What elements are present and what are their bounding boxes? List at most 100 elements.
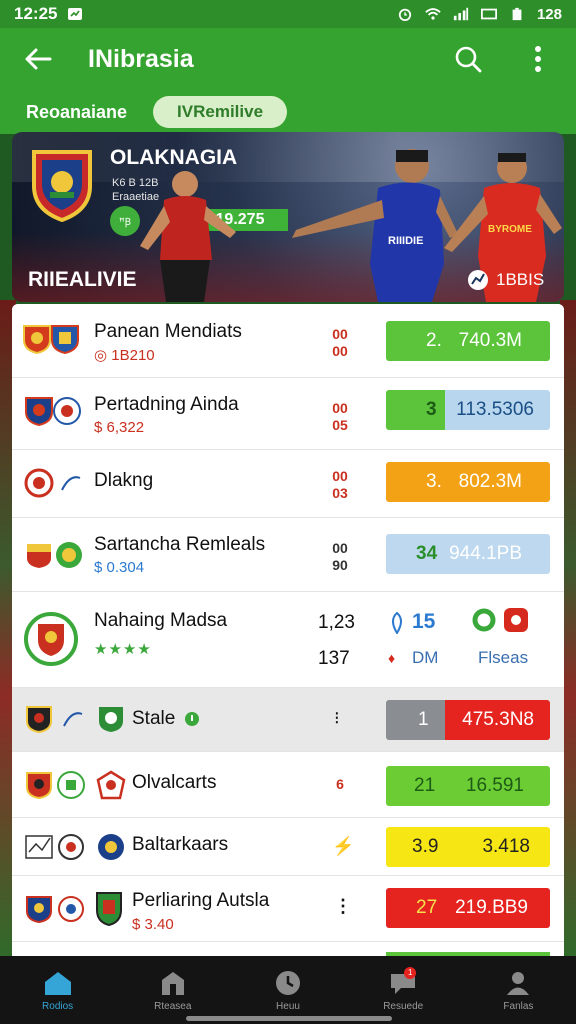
nav-item-fanlas[interactable]: Fanlas <box>461 956 576 1024</box>
match-row-7[interactable]: Olvalcarts 6 21 16.591 <box>12 752 564 818</box>
score-bottom: 05 <box>332 417 348 433</box>
odds-button[interactable]: 34 944.1PB <box>386 534 550 574</box>
nav-item-heuu[interactable]: Heuu <box>230 956 345 1024</box>
badge-green-icon <box>472 608 496 632</box>
nav-item-rodios[interactable]: Rodios <box>0 956 115 1024</box>
match-row-9[interactable]: Perliaring Autsla $ 3.40 ⋮ 27 219.BB9 <box>12 876 564 942</box>
more-vertical-icon[interactable]: ⋮ <box>334 896 352 917</box>
alarm-icon <box>398 8 412 21</box>
team-crest-icon <box>26 896 52 924</box>
battery-icon <box>512 7 522 21</box>
tab-ivremilive[interactable]: IVRemilive <box>153 96 288 128</box>
opponent-crest-icon <box>57 771 85 799</box>
odds-button[interactable]: 2. 740.3M <box>386 321 550 361</box>
nav-label: Fanlas <box>503 1000 534 1012</box>
match-score: 00 05 <box>328 400 352 434</box>
odds-button[interactable]: 1 475.3N8 <box>386 700 550 740</box>
viewer-count: 1BBIS <box>496 270 545 289</box>
arrow-left-icon <box>25 48 52 70</box>
more-vertical-icon <box>535 46 541 72</box>
odds-button[interactable]: 3.9 3.418 <box>386 827 550 867</box>
odds-button[interactable]: 3. 802.3M <box>386 462 550 502</box>
score-top: 00 <box>332 468 348 484</box>
match-row-8[interactable]: Baltarkaars ⚡ 3.9 3.418 <box>12 818 564 876</box>
match-sub-value: $ 6,322 <box>94 419 145 436</box>
back-button[interactable] <box>18 39 58 79</box>
match-row-6[interactable]: Stale ⁝ 1 475.3N8 <box>12 688 564 752</box>
search-icon <box>455 46 482 73</box>
home-indicator[interactable] <box>186 1016 392 1021</box>
nav-item-resuede[interactable]: 1 Resuede <box>346 956 461 1024</box>
odds-a: 3 <box>426 399 437 420</box>
odds-a: 3.9 <box>412 836 439 857</box>
nav-label: Heuu <box>276 1000 300 1012</box>
status-time: 12:25 <box>14 4 58 23</box>
odds-b: 219.BB9 <box>455 897 528 918</box>
opponent-crest-icon <box>51 325 79 354</box>
team-crest-icon <box>24 468 54 498</box>
score-top: 00 <box>332 326 348 342</box>
match-row-2[interactable]: Pertadning Ainda $ 6,322 00 05 3 113.5306 <box>12 378 564 450</box>
page-title: INibrasia <box>88 44 194 73</box>
score-bottom: 90 <box>332 557 348 573</box>
team-crest-icon <box>25 397 53 426</box>
cast-icon <box>480 8 497 20</box>
wifi-icon <box>425 8 441 20</box>
team-crest-large-icon <box>24 612 78 666</box>
coin-icon: ◎ <box>94 347 112 364</box>
verified-icon <box>185 712 199 726</box>
more-options-button[interactable] <box>518 39 558 79</box>
team-crest-icon <box>26 772 52 800</box>
odds-button[interactable]: 27 219.BB9 <box>386 888 550 928</box>
match-score: 00 00 <box>328 326 352 360</box>
match-sub-value: $ 0.304 <box>94 559 145 576</box>
stat-value-top: 1,23 <box>318 612 355 633</box>
match-score: 6 <box>328 776 352 793</box>
club-logo-icon <box>96 770 126 800</box>
odds-b: 3.418 <box>482 836 530 857</box>
odds-button[interactable]: 21 16.591 <box>386 766 550 806</box>
match-row-3[interactable]: Dlakng 00 03 3. 802.3M <box>12 450 564 518</box>
nav-label: Rteasea <box>154 1000 192 1012</box>
odds-b: 740.3M <box>458 330 522 351</box>
search-button[interactable] <box>448 39 488 79</box>
match-row-5[interactable]: Nahaing Madsa ★★★★ 1,23 137 15 ♦ DM Flse… <box>12 592 564 688</box>
odds-b: 113.5306 <box>456 399 534 420</box>
team-name: Dlakng <box>94 470 154 491</box>
battery-level: 128 <box>536 5 562 23</box>
odds-button[interactable]: 3 113.5306 <box>386 390 550 430</box>
team-name: Stale <box>132 708 176 729</box>
team-crest-icon <box>27 544 51 568</box>
match-row-1[interactable]: Panean Mendiats ◎ 1B210 00 00 2. 740.3M <box>12 304 564 378</box>
profile-icon <box>507 971 530 995</box>
odds-b: 475.3N8 <box>462 709 534 730</box>
opponent-crest-icon <box>56 542 82 568</box>
home-icon <box>44 971 71 995</box>
match-row-4[interactable]: Sartancha Remleals $ 0.304 00 90 34 944.1P… <box>12 518 564 592</box>
score-bottom: 03 <box>332 485 348 501</box>
odds-b: 16.591 <box>465 775 524 796</box>
stat-label: DM <box>412 648 439 667</box>
clock-icon <box>276 970 300 995</box>
tab-reoanaiane[interactable]: Reoanaiane <box>26 102 127 123</box>
nav-item-rteasea[interactable]: Rteasea <box>115 956 230 1024</box>
app-bar: INibrasia <box>0 28 576 90</box>
odds-a: 1 <box>418 709 429 730</box>
featured-title: OLAKNAGIA <box>110 146 238 169</box>
team-name: Pertadning Ainda <box>94 394 239 415</box>
player-shirt-text-2: BYROME <box>488 224 532 235</box>
player-red-image <box>140 171 236 302</box>
odds-a: 34 <box>416 543 438 564</box>
opponent-crest-icon <box>58 896 84 922</box>
badge-red-icon <box>504 608 528 632</box>
club-logo-icon <box>61 476 81 491</box>
fire-icon: ♦ <box>388 650 396 666</box>
tab-bar: Reoanaiane IVRemilive <box>0 90 576 134</box>
featured-match-banner[interactable]: OLAKNAGIA K6 B 12B Eraaetiae ꟸꞴ 19.275 R… <box>12 132 564 302</box>
score-bottom: 00 <box>332 343 348 359</box>
odds-a: 2. <box>426 330 442 351</box>
live-chart-icon[interactable] <box>466 268 490 292</box>
match-sub-text: 1B210 <box>111 347 155 364</box>
lightning-icon: ⚡ <box>332 836 355 856</box>
club-crest-icon <box>32 150 92 222</box>
